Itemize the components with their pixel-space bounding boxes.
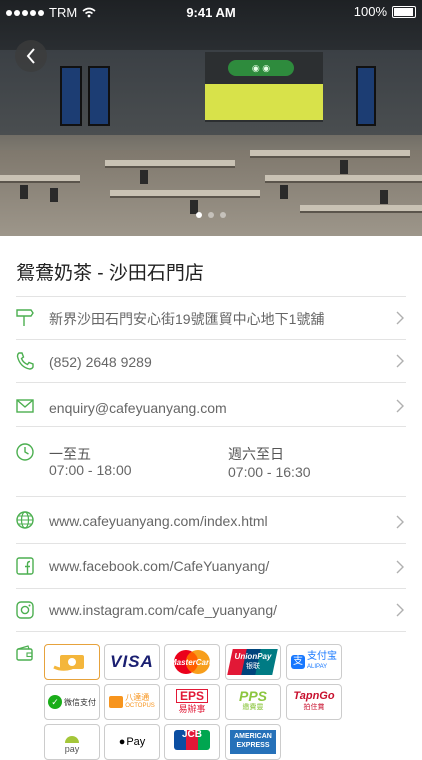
unionpay-label: UnionPay [234, 652, 272, 661]
android-icon [65, 736, 79, 743]
payment-pps-logo: PPS 繳費靈 [225, 684, 281, 720]
wechat-icon: ✓ [48, 695, 62, 709]
wallet-icon [16, 645, 33, 661]
phone-text: (852) 2648 9289 [49, 354, 152, 370]
octopus-en-label: OCTOPUS [125, 703, 155, 709]
photo-screen [60, 66, 82, 126]
payment-mastercard-logo: MasterCard [164, 644, 220, 680]
payment-cash-logo [44, 644, 100, 680]
photo-table [105, 160, 235, 168]
facebook-text: www.facebook.com/CafeYuanyang/ [49, 558, 270, 574]
chevron-right-icon [396, 399, 404, 413]
alipay-en-label: ALIPAY [307, 664, 328, 670]
payment-wechat-logo: ✓ 微信支付 [44, 684, 100, 720]
back-button[interactable] [15, 40, 47, 72]
pps-cn-label: 繳費靈 [242, 704, 264, 711]
website-text: www.cafeyuanyang.com/index.html [49, 513, 268, 529]
instagram-text: www.instagram.com/cafe_yuanyang/ [49, 602, 277, 618]
photo-chair [140, 170, 148, 184]
photo-chair [50, 188, 58, 202]
photo-screen [88, 66, 110, 126]
battery-percent: 100% [353, 4, 387, 19]
mail-icon [16, 399, 34, 413]
photo-chair [340, 160, 348, 174]
pager-dot[interactable] [208, 212, 214, 218]
eps-cn-label: 易辦事 [178, 704, 206, 714]
weekend-label: 週六至日 [228, 446, 284, 462]
chevron-right-icon [396, 311, 404, 325]
clock-icon [16, 443, 34, 461]
weekday-label: 一至五 [49, 446, 91, 462]
apple-icon: ● [118, 736, 126, 748]
octopus-icon [109, 696, 124, 708]
unionpay-cn-label: 银联 [246, 663, 260, 670]
facebook-row[interactable]: www.facebook.com/CafeYuanyang/ [0, 544, 422, 588]
payment-jcb-logo: JCB [164, 724, 220, 760]
payment-unionpay-logo: UnionPay 银联 [225, 644, 281, 680]
payment-amex-logo: AMERICAN EXPRESS [225, 724, 281, 760]
chevron-left-icon [26, 48, 35, 64]
alipay-icon: 支 [291, 655, 305, 669]
opening-hours: 一至五 07:00 - 18:00 週六至日 07:00 - 16:30 [0, 427, 422, 497]
weekend-time: 07:00 - 16:30 [228, 464, 311, 480]
payment-octopus-logo: 八達通 OCTOPUS [104, 684, 160, 720]
payment-apple-pay-logo: ● Pay [104, 724, 160, 760]
wechat-label: 微信支付 [64, 697, 96, 707]
payment-alipay-logo: 支 支付宝 ALIPAY [286, 644, 342, 680]
cash-icon [53, 655, 84, 671]
payment-android-pay-logo: pay [44, 724, 100, 760]
photo-counter-front [205, 84, 323, 120]
apple-pay-label: Pay [126, 736, 146, 748]
facebook-icon [16, 557, 34, 575]
divider [16, 631, 406, 632]
globe-icon [16, 511, 34, 529]
payment-tapgo-logo: TapnGo 拍住賞 [286, 684, 342, 720]
pager-dot[interactable] [196, 212, 202, 218]
visa-label: VISA [110, 652, 154, 671]
chevron-right-icon [396, 515, 404, 529]
photo-chair [20, 185, 28, 199]
weekday-time: 07:00 - 18:00 [49, 462, 132, 478]
address-row[interactable]: 新界沙田石門安心街19號匯貿中心地下1號舖 [0, 297, 422, 339]
pager-dot[interactable] [220, 212, 226, 218]
photo-shop-sign: ◉ ◉ [228, 60, 294, 76]
alipay-label: 支付宝 [307, 651, 337, 662]
photo-table [250, 150, 410, 158]
jcb-label: JCB [181, 729, 202, 740]
photo-table [265, 175, 422, 183]
photo-chair [280, 185, 288, 199]
amex-label: AMERICAN EXPRESS [230, 730, 276, 754]
payment-eps-logo: EPS 易辦事 [164, 684, 220, 720]
photo-table [0, 175, 80, 183]
octopus-label: 八達通 [125, 693, 150, 702]
chevron-right-icon [396, 354, 404, 368]
chevron-right-icon [396, 603, 404, 617]
pps-label: PPS [238, 688, 267, 704]
phone-row[interactable]: (852) 2648 9289 [0, 340, 422, 382]
instagram-row[interactable]: www.instagram.com/cafe_yuanyang/ [0, 589, 422, 631]
eps-label: EPS [175, 689, 208, 703]
photo-chair [380, 190, 388, 204]
tapgo-label: TapnGo [293, 690, 335, 702]
address-text: 新界沙田石門安心街19號匯貿中心地下1號舖 [49, 311, 325, 327]
signpost-icon [16, 309, 34, 326]
email-row[interactable]: enquiry@cafeyuanyang.com [0, 383, 422, 427]
instagram-icon [16, 601, 34, 619]
photo-screen [356, 66, 376, 126]
status-bar: TRM 9:41 AM 100% [0, 0, 422, 24]
tapgo-cn-label: 拍住賞 [303, 704, 325, 711]
photo-table [110, 190, 260, 198]
payment-visa-logo: VISA [104, 644, 160, 680]
carousel-pager[interactable] [0, 212, 422, 218]
battery-icon [392, 5, 416, 18]
shop-name: 鴛鴦奶茶 - 沙田石門店 [16, 263, 204, 284]
email-text: enquiry@cafeyuanyang.com [49, 400, 227, 416]
website-row[interactable]: www.cafeyuanyang.com/index.html [0, 497, 422, 543]
hero-photo[interactable]: ◉ ◉ [0, 0, 422, 236]
mastercard-label: MasterCard [169, 657, 214, 667]
chevron-right-icon [396, 560, 404, 574]
phone-icon [16, 352, 34, 370]
